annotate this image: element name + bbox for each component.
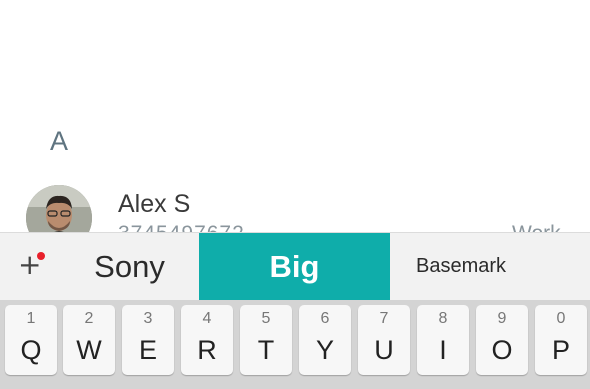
suggestion-1[interactable]: Sony (60, 233, 199, 300)
suggestion-strip: + Sony Big Basemark (0, 232, 590, 300)
key-number-hint: 3 (143, 310, 153, 327)
key-number-hint: 0 (556, 310, 566, 327)
key-letter: W (76, 335, 102, 365)
key-number-hint: 1 (26, 310, 36, 327)
key-w[interactable]: 2 W (63, 305, 115, 375)
key-number-hint: 2 (84, 310, 94, 327)
key-r[interactable]: 4 R (181, 305, 233, 375)
key-t[interactable]: 5 T (240, 305, 292, 375)
key-letter: E (138, 335, 157, 365)
key-e[interactable]: 3 E (122, 305, 174, 375)
keyboard-options-button[interactable]: + (0, 233, 60, 300)
notification-dot-icon (37, 252, 45, 260)
contact-row[interactable]: Alex S 3745497672 Work (0, 178, 590, 232)
key-letter: P (551, 335, 570, 365)
key-p[interactable]: 0 P (535, 305, 587, 375)
key-letter: O (491, 335, 513, 365)
key-number-hint: 5 (261, 310, 271, 327)
contact-type-label: Work (512, 222, 561, 232)
key-number-hint: 9 (497, 310, 507, 327)
key-number-hint: 4 (202, 310, 212, 327)
suggestion-2-selected[interactable]: Big (199, 233, 390, 300)
key-o[interactable]: 9 O (476, 305, 528, 375)
key-letter: T (257, 335, 275, 365)
key-letter: R (197, 335, 217, 365)
key-q[interactable]: 1 Q (5, 305, 57, 375)
keyboard: 1 Q 2 W 3 E 4 R 5 T 6 Y 7 U 8 I 9 O 0 P (0, 300, 590, 389)
key-u[interactable]: 7 U (358, 305, 410, 375)
contacts-list: A Alex S 3745497672 Work (0, 0, 590, 232)
key-i[interactable]: 8 I (417, 305, 469, 375)
suggestion-3[interactable]: Basemark (390, 233, 532, 300)
contact-number: 3745497672 (118, 222, 245, 232)
avatar[interactable] (26, 185, 92, 232)
contact-name: Alex S (118, 190, 191, 218)
section-header-letter: A (50, 126, 69, 156)
key-letter: I (439, 335, 447, 365)
key-number-hint: 6 (320, 310, 330, 327)
key-letter: U (374, 335, 394, 365)
key-number-hint: 8 (438, 310, 448, 327)
key-y[interactable]: 6 Y (299, 305, 351, 375)
key-letter: Q (20, 335, 42, 365)
key-letter: Y (315, 335, 334, 365)
key-number-hint: 7 (379, 310, 389, 327)
